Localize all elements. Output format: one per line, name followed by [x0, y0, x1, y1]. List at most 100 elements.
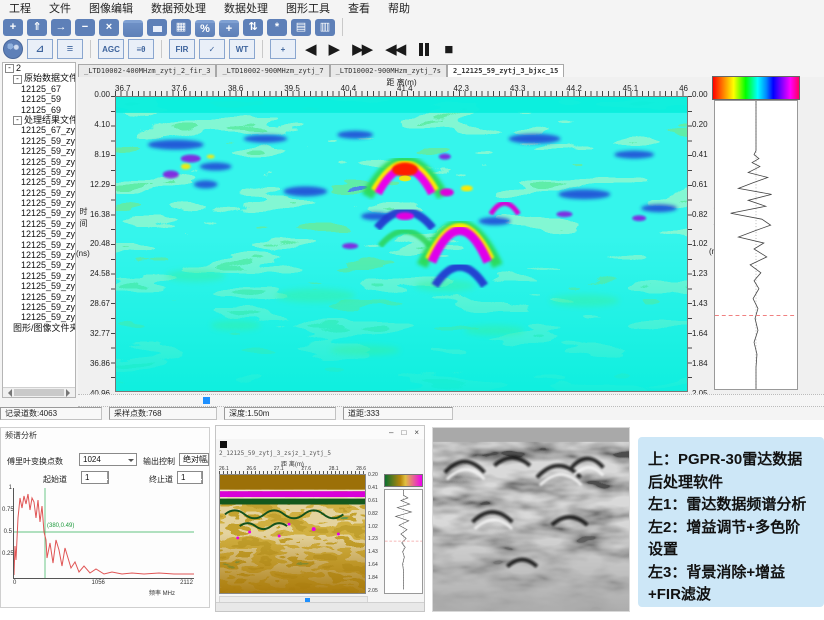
palette-icon[interactable]	[3, 39, 23, 59]
folder-add-icon[interactable]: +	[219, 20, 239, 37]
delete-file-icon[interactable]: ×	[99, 19, 119, 36]
tree-item[interactable]: 12125_67	[3, 84, 75, 94]
import-icon[interactable]: →	[51, 19, 71, 36]
document-tab[interactable]: 2_12125_59_zytj_3_zsjz_1_zytj_5	[216, 450, 424, 459]
list-icon[interactable]: ≡	[57, 39, 83, 59]
radar-profile-image[interactable]	[115, 96, 688, 392]
separator	[161, 40, 162, 58]
menu-item[interactable]: 查看	[339, 0, 379, 16]
tree-item[interactable]: 12125_59_zy	[3, 157, 75, 167]
settings-gear-icon[interactable]: *	[267, 19, 287, 36]
tree-item[interactable]: 12125_59_zy	[3, 281, 75, 291]
rewind-button[interactable]: ◀◀	[385, 42, 404, 57]
tree-item[interactable]: 12125_59_zy	[3, 167, 75, 177]
end-trace-spinner[interactable]: 1	[177, 471, 203, 484]
new-file-icon[interactable]: +	[3, 19, 23, 36]
tree-item[interactable]: 12125_59_zy	[3, 208, 75, 218]
stop-button[interactable]: ■	[444, 42, 451, 57]
step-back-button[interactable]: ◀	[305, 42, 315, 57]
menu-bar: 工程文件图像编辑数据预处理数据处理图形工具查看帮助	[0, 0, 824, 16]
collapse-icon[interactable]	[13, 116, 22, 125]
minimize-button[interactable]: –	[389, 428, 393, 437]
maximize-button[interactable]: □	[401, 428, 406, 437]
document-tab-active[interactable]: 2_12125_59_zytj_3_bjxc_15	[447, 64, 564, 77]
fir-filter-button[interactable]: FIR	[169, 39, 195, 59]
stop-icon[interactable]	[220, 441, 227, 448]
tree-item[interactable]: 12125_59_zy	[3, 271, 75, 281]
tree-horizontal-scrollbar[interactable]	[3, 387, 75, 397]
close-file-icon[interactable]: −	[75, 19, 95, 36]
tree-item[interactable]: 12125_67_zy	[3, 125, 75, 135]
tree-item[interactable]: 12125_59_zy	[3, 188, 75, 198]
spectrum-plot[interactable]	[13, 488, 194, 579]
tree-folder-processed[interactable]: 处理结果文件夹	[3, 115, 75, 125]
tree-item[interactable]: 12125_59_zy	[3, 312, 75, 322]
wavelet-button[interactable]: WT	[229, 39, 255, 59]
tree-item[interactable]: 12125_59_zy	[3, 260, 75, 270]
end-trace-label: 终止道	[149, 474, 173, 485]
scroll-position-marker[interactable]	[203, 397, 210, 404]
print-preview-icon[interactable]: ▥	[315, 19, 335, 36]
separator	[262, 40, 263, 58]
menu-item[interactable]: 图形工具	[277, 0, 339, 16]
time-axis-unit: (ns)	[76, 249, 90, 258]
play-button[interactable]: ▶	[329, 42, 339, 57]
document-tab[interactable]: _LTD10002-900MHzm_zytj_7	[216, 64, 329, 77]
spinner-arrows-icon[interactable]	[107, 472, 109, 484]
scroll-left-icon[interactable]	[4, 389, 12, 397]
chevron-down-icon	[128, 459, 134, 465]
tree-item[interactable]: 12125_59_zy	[3, 146, 75, 156]
pause-button[interactable]	[419, 43, 429, 56]
paste-icon[interactable]: ⇑	[27, 19, 47, 36]
tree-root[interactable]: 2	[3, 63, 75, 73]
tree-folder-raw-data[interactable]: 原始数据文件夹	[3, 73, 75, 83]
document-tab[interactable]: _LTD10002-900MHzm_zytj_7s	[330, 64, 447, 77]
output-control-field[interactable]: 绝对幅度谱	[179, 453, 209, 466]
agc-gain-button[interactable]: AGC	[98, 39, 124, 59]
menu-item[interactable]: 图像编辑	[80, 0, 142, 16]
tree-item[interactable]: 12125_59_zy	[3, 219, 75, 229]
tree-item[interactable]: 12125_59_zy	[3, 292, 75, 302]
scroll-right-icon[interactable]	[66, 389, 74, 397]
tree-item[interactable]: 12125_59_zy	[3, 198, 75, 208]
tree-folder-graphics[interactable]: 图形/图像文件夹	[3, 323, 75, 333]
collapse-icon[interactable]	[13, 75, 22, 84]
open-folder-icon[interactable]	[123, 20, 143, 37]
menu-item[interactable]: 数据预处理	[142, 0, 215, 16]
menu-item[interactable]: 文件	[40, 0, 80, 16]
folder-cut-icon[interactable]: %	[195, 20, 215, 37]
save-image-icon[interactable]: ▦	[171, 19, 191, 36]
tree-item[interactable]: 12125_59_zy	[3, 229, 75, 239]
tree-item[interactable]: 12125_59_zy	[3, 136, 75, 146]
start-trace-spinner[interactable]: 1	[81, 471, 109, 484]
document-tab[interactable]: _LTD10002-400MHzm_zytj_2_fir_3	[78, 64, 216, 77]
menu-item[interactable]: 帮助	[379, 0, 419, 16]
fft-points-select[interactable]: 1024	[79, 453, 137, 466]
tree-item[interactable]: 12125_59_zy	[3, 240, 75, 250]
status-field: 采样点数:768	[109, 407, 217, 420]
spectrum-x-unit: 频率 MHz	[149, 588, 175, 597]
close-button[interactable]: ×	[414, 428, 419, 437]
menu-item[interactable]: 数据处理	[215, 0, 277, 16]
refresh-icon[interactable]: ⇅	[243, 19, 263, 36]
print-icon[interactable]: ▤	[291, 19, 311, 36]
tree-item[interactable]: 12125_59_zy	[3, 177, 75, 187]
fast-forward-button[interactable]: ▶▶	[352, 42, 371, 57]
dialog-title: 频谱分析	[5, 430, 37, 441]
menu-item[interactable]: 工程	[0, 0, 40, 16]
save-icon[interactable]	[147, 19, 167, 36]
tree-item[interactable]: 12125_59_zy	[3, 250, 75, 260]
file-tree: 2 原始数据文件夹 12125_6712125_5912125_69 处理结果文…	[2, 62, 76, 398]
scroll-thumb[interactable]	[14, 389, 64, 396]
tree-item[interactable]: 12125_59_zy	[3, 302, 75, 312]
brush-edit-button[interactable]: ✓	[199, 39, 225, 59]
radar-image-gold-palette[interactable]	[219, 474, 366, 594]
crosshair-button[interactable]: +	[270, 39, 296, 59]
collapse-icon[interactable]	[5, 64, 14, 73]
histogram-icon[interactable]: ⊿	[27, 39, 53, 59]
plot-horizontal-scrollbar[interactable]	[78, 394, 824, 407]
tree-item[interactable]: 12125_59	[3, 94, 75, 104]
tree-item[interactable]: 12125_69	[3, 105, 75, 115]
theta-filter-button[interactable]: ≡θ	[128, 39, 154, 59]
spinner-arrows-icon[interactable]	[201, 472, 203, 484]
